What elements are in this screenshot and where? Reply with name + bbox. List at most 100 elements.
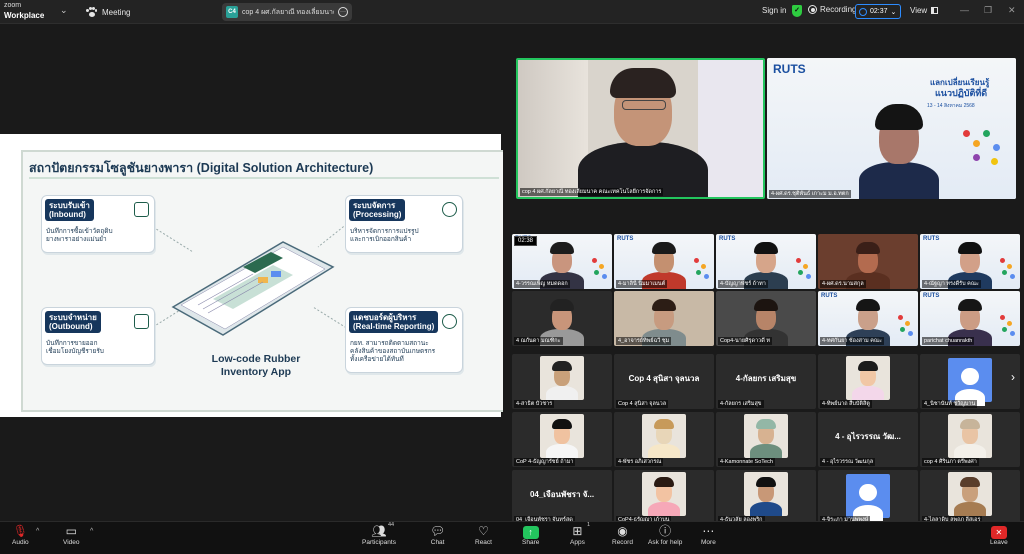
zoom-logo[interactable]: zoom Workplace: [4, 1, 44, 21]
participant-tile[interactable]: RUTS 4-บัญญาพัชร์ ถ้าทา: [716, 234, 816, 289]
user-avatar-icon: [948, 358, 992, 407]
participant-name: 4-วรรณเพ็ญ หมดดอก: [514, 280, 570, 288]
participant-tile[interactable]: cop 4 ศิรินภา ตรีพงศา: [920, 412, 1020, 467]
participant-tile[interactable]: CoP 4-ธัญญารัชย์ ถ้ามา: [512, 412, 612, 467]
person-hair: [856, 299, 880, 311]
maximize-icon[interactable]: ❐: [984, 5, 992, 16]
participant-name: 4-กัลยกร เสริมสุข: [718, 400, 764, 408]
video-button[interactable]: ▭ Video: [63, 524, 80, 546]
question-icon: ⓘ: [659, 524, 672, 538]
participant-tile[interactable]: 4-สาธิต บัวชาร: [512, 354, 612, 409]
participant-tile[interactable]: RUTS 4-ทศกันยา ช้องสาม คณะ: [818, 291, 918, 346]
participant-tile[interactable]: Cop4-นายศิรุดาวดี ท: [716, 291, 816, 346]
apps-count: 1: [587, 522, 591, 528]
participant-tile[interactable]: RUTS 4-มาลินี นิ่มมาเมนต์: [614, 234, 714, 289]
participant-tile[interactable]: Cop 4 สุนิสา จุลนวล Cop 4 สุนิสา จุลนวล: [614, 354, 714, 409]
participant-tile[interactable]: 4_นิชานันท์ ชวัญบาน: [920, 354, 1020, 409]
mic-muted-icon: 🎙︎: [12, 524, 28, 538]
participant-tile[interactable]: 04_เจือนพัชรา จั... 04_เจือนพัชรา จันทร์ส…: [512, 470, 612, 525]
person-hair: [652, 242, 676, 254]
timer-value: 02:37: [870, 8, 888, 15]
participant-tile[interactable]: 4-ผศ.ดร.นามสกุล: [818, 234, 918, 289]
tab-avatar: C4: [226, 6, 238, 18]
recording-indicator[interactable]: Recording: [808, 5, 856, 14]
sign-in-link[interactable]: Sign in: [762, 6, 786, 15]
participant-tile[interactable]: 4 - อุไรวรรณ วัฒ... 4 - อุไรวรรณ วัฒนกุล: [818, 412, 918, 467]
share-arrow-icon: ↑: [522, 526, 539, 539]
poster-logo: RUTS: [923, 293, 940, 299]
speaker-tile-active[interactable]: cop 4 ผศ.กัลยาณี ทองเลี่ยมนาค คณะเทคโนโล…: [516, 58, 765, 199]
person-hair: [754, 242, 778, 254]
participant-tile[interactable]: RUTS 4-ณัฐญา ทรงดีรับ คณะ: [920, 234, 1020, 289]
speaker-tile[interactable]: RUTS แลกเปลี่ยนเรียนรู้ แนวปฏิบัติที่ดี …: [767, 58, 1016, 199]
divider: [29, 177, 499, 179]
participant-tile[interactable]: 4-ไลลาดิบ ลพฤภ ลีสเอร: [920, 470, 1020, 525]
meeting-toolbar: 🎙︎ Audio ^ ▭ Video ^ 👥︎ Participants 44 …: [0, 521, 1024, 554]
react-button[interactable]: ♡ React: [475, 524, 492, 546]
glasses-icon: [622, 100, 666, 110]
more-button[interactable]: ⋯ More: [701, 524, 716, 546]
record-button[interactable]: ◉ Record: [612, 524, 633, 546]
profile-photo: [948, 414, 992, 458]
card-processing-heading: ระบบจัดการ (Processing): [349, 199, 406, 221]
participant-name: 4-Kamonnate SoTech: [718, 458, 775, 466]
audio-button[interactable]: 🎙︎ Audio: [12, 524, 29, 546]
shield-check-icon[interactable]: ✓: [792, 5, 802, 17]
poster-logo: RUTS: [617, 236, 634, 242]
poster-subheading: แนวปฏิบัติที่ดี: [935, 88, 988, 98]
view-button[interactable]: View: [910, 6, 939, 15]
participant-tile[interactable]: CoP4-ธรัญญา เก้าบน: [614, 470, 714, 525]
participant-tile[interactable]: 4-พัชร อภิเสวกรณ: [614, 412, 714, 467]
apps-button[interactable]: ⊞ Apps: [570, 524, 585, 546]
participant-name: 4-สาธิต บัวชาร: [514, 400, 555, 408]
participant-name: 4-บัญญาพัชร์ ถ้าทา: [718, 280, 768, 288]
chat-button[interactable]: 💬︎ Chat: [430, 524, 445, 546]
card-reporting-heading: แดชบอร์ดผู้บริหาร (Real-time Reporting): [349, 311, 439, 333]
record-icon: [808, 5, 817, 14]
participant-tile[interactable]: 4 ณกันดา มณฑิกะ: [512, 291, 612, 346]
participant-tile[interactable]: 4-ทิพย์นาถ สืบบัติสิตู: [818, 354, 918, 409]
more-icon[interactable]: ···: [338, 7, 348, 17]
participant-tile[interactable]: 4-Kamonnate SoTech: [716, 412, 816, 467]
participant-display-name: 04_เจือนพัชรา จั...: [529, 490, 595, 499]
meeting-tab[interactable]: Meeting: [86, 4, 130, 20]
participant-tile[interactable]: 4-ธันวลัย ลองพริก: [716, 470, 816, 525]
meeting-session-tab[interactable]: C4 cop 4 ผศ.กัลยาณี ทองเลี่ยมนาค คณะบ ··…: [222, 3, 352, 21]
card-inbound-text: บันทึกการซื้อเข้าวัตถุดิบ ยางพาราอย่างแม่…: [46, 228, 113, 243]
card-outbound-heading: ระบบจำหน่าย (Outbound): [45, 311, 101, 333]
participant-tile[interactable]: 4_อาจารย์ทิพย์ฉวี ชุม: [614, 291, 714, 346]
chevron-up-icon[interactable]: ^: [36, 528, 39, 535]
person-hair: [754, 299, 778, 311]
person-hair: [856, 242, 880, 254]
record-icon: ◉: [617, 524, 628, 538]
participant-tile[interactable]: 4-จิระภา มานพพงษ์: [818, 470, 918, 525]
leave-button[interactable]: ✕ Leave: [990, 524, 1008, 546]
person-hair: [610, 68, 676, 98]
profile-photo: [744, 414, 788, 458]
magnifier-chart-icon: [442, 314, 457, 329]
shared-screen[interactable]: สถาปัตยกรรมโซลูชันยางพารา (Digital Solut…: [0, 134, 503, 417]
chevron-right-icon[interactable]: ›: [1011, 370, 1015, 384]
profile-photo: [540, 356, 584, 400]
meeting-timer[interactable]: 02:37 ⌄: [855, 4, 901, 19]
close-icon[interactable]: ✕: [1008, 5, 1016, 16]
share-button[interactable]: ↑ Share: [522, 524, 539, 546]
phone-illustration: [153, 218, 354, 336]
card-outbound-text: บันทึกการขายออก เชื่อมโยงบัญชีรายรับ: [46, 340, 104, 355]
participant-tile[interactable]: 4-กัลยกร เสริมสุข 4-กัลยกร เสริมสุข: [716, 354, 816, 409]
minimize-icon[interactable]: —: [960, 5, 969, 15]
chevron-up-icon[interactable]: ^: [90, 528, 93, 535]
chevron-down-icon[interactable]: ⌄: [60, 5, 68, 16]
participant-tile[interactable]: RUTS parichat chuanrakth: [920, 291, 1020, 346]
profile-photo: [642, 472, 686, 516]
zoom-window: zoom Workplace ⌄ Meeting C4 cop 4 ผศ.กัล…: [0, 0, 1024, 554]
gears-icon: [442, 202, 457, 217]
participant-display-name: Cop 4 สุนิสา จุลนวล: [628, 374, 700, 383]
person-body: [859, 162, 939, 199]
layout-icon: [931, 7, 939, 14]
participant-name: cop 4 ผศ.กัลยาณี ทองเลี่ยมนาค คณะเทคโนโล…: [520, 188, 664, 196]
ask-for-help-button[interactable]: ⓘ Ask for help: [648, 524, 682, 546]
person-hair: [958, 299, 982, 311]
participant-tile[interactable]: RUTS02:384-วรรณเพ็ญ หมดดอก: [512, 234, 612, 289]
tab-title: cop 4 ผศ.กัลยาณี ทองเลี่ยมนาค คณะบ: [242, 8, 334, 16]
